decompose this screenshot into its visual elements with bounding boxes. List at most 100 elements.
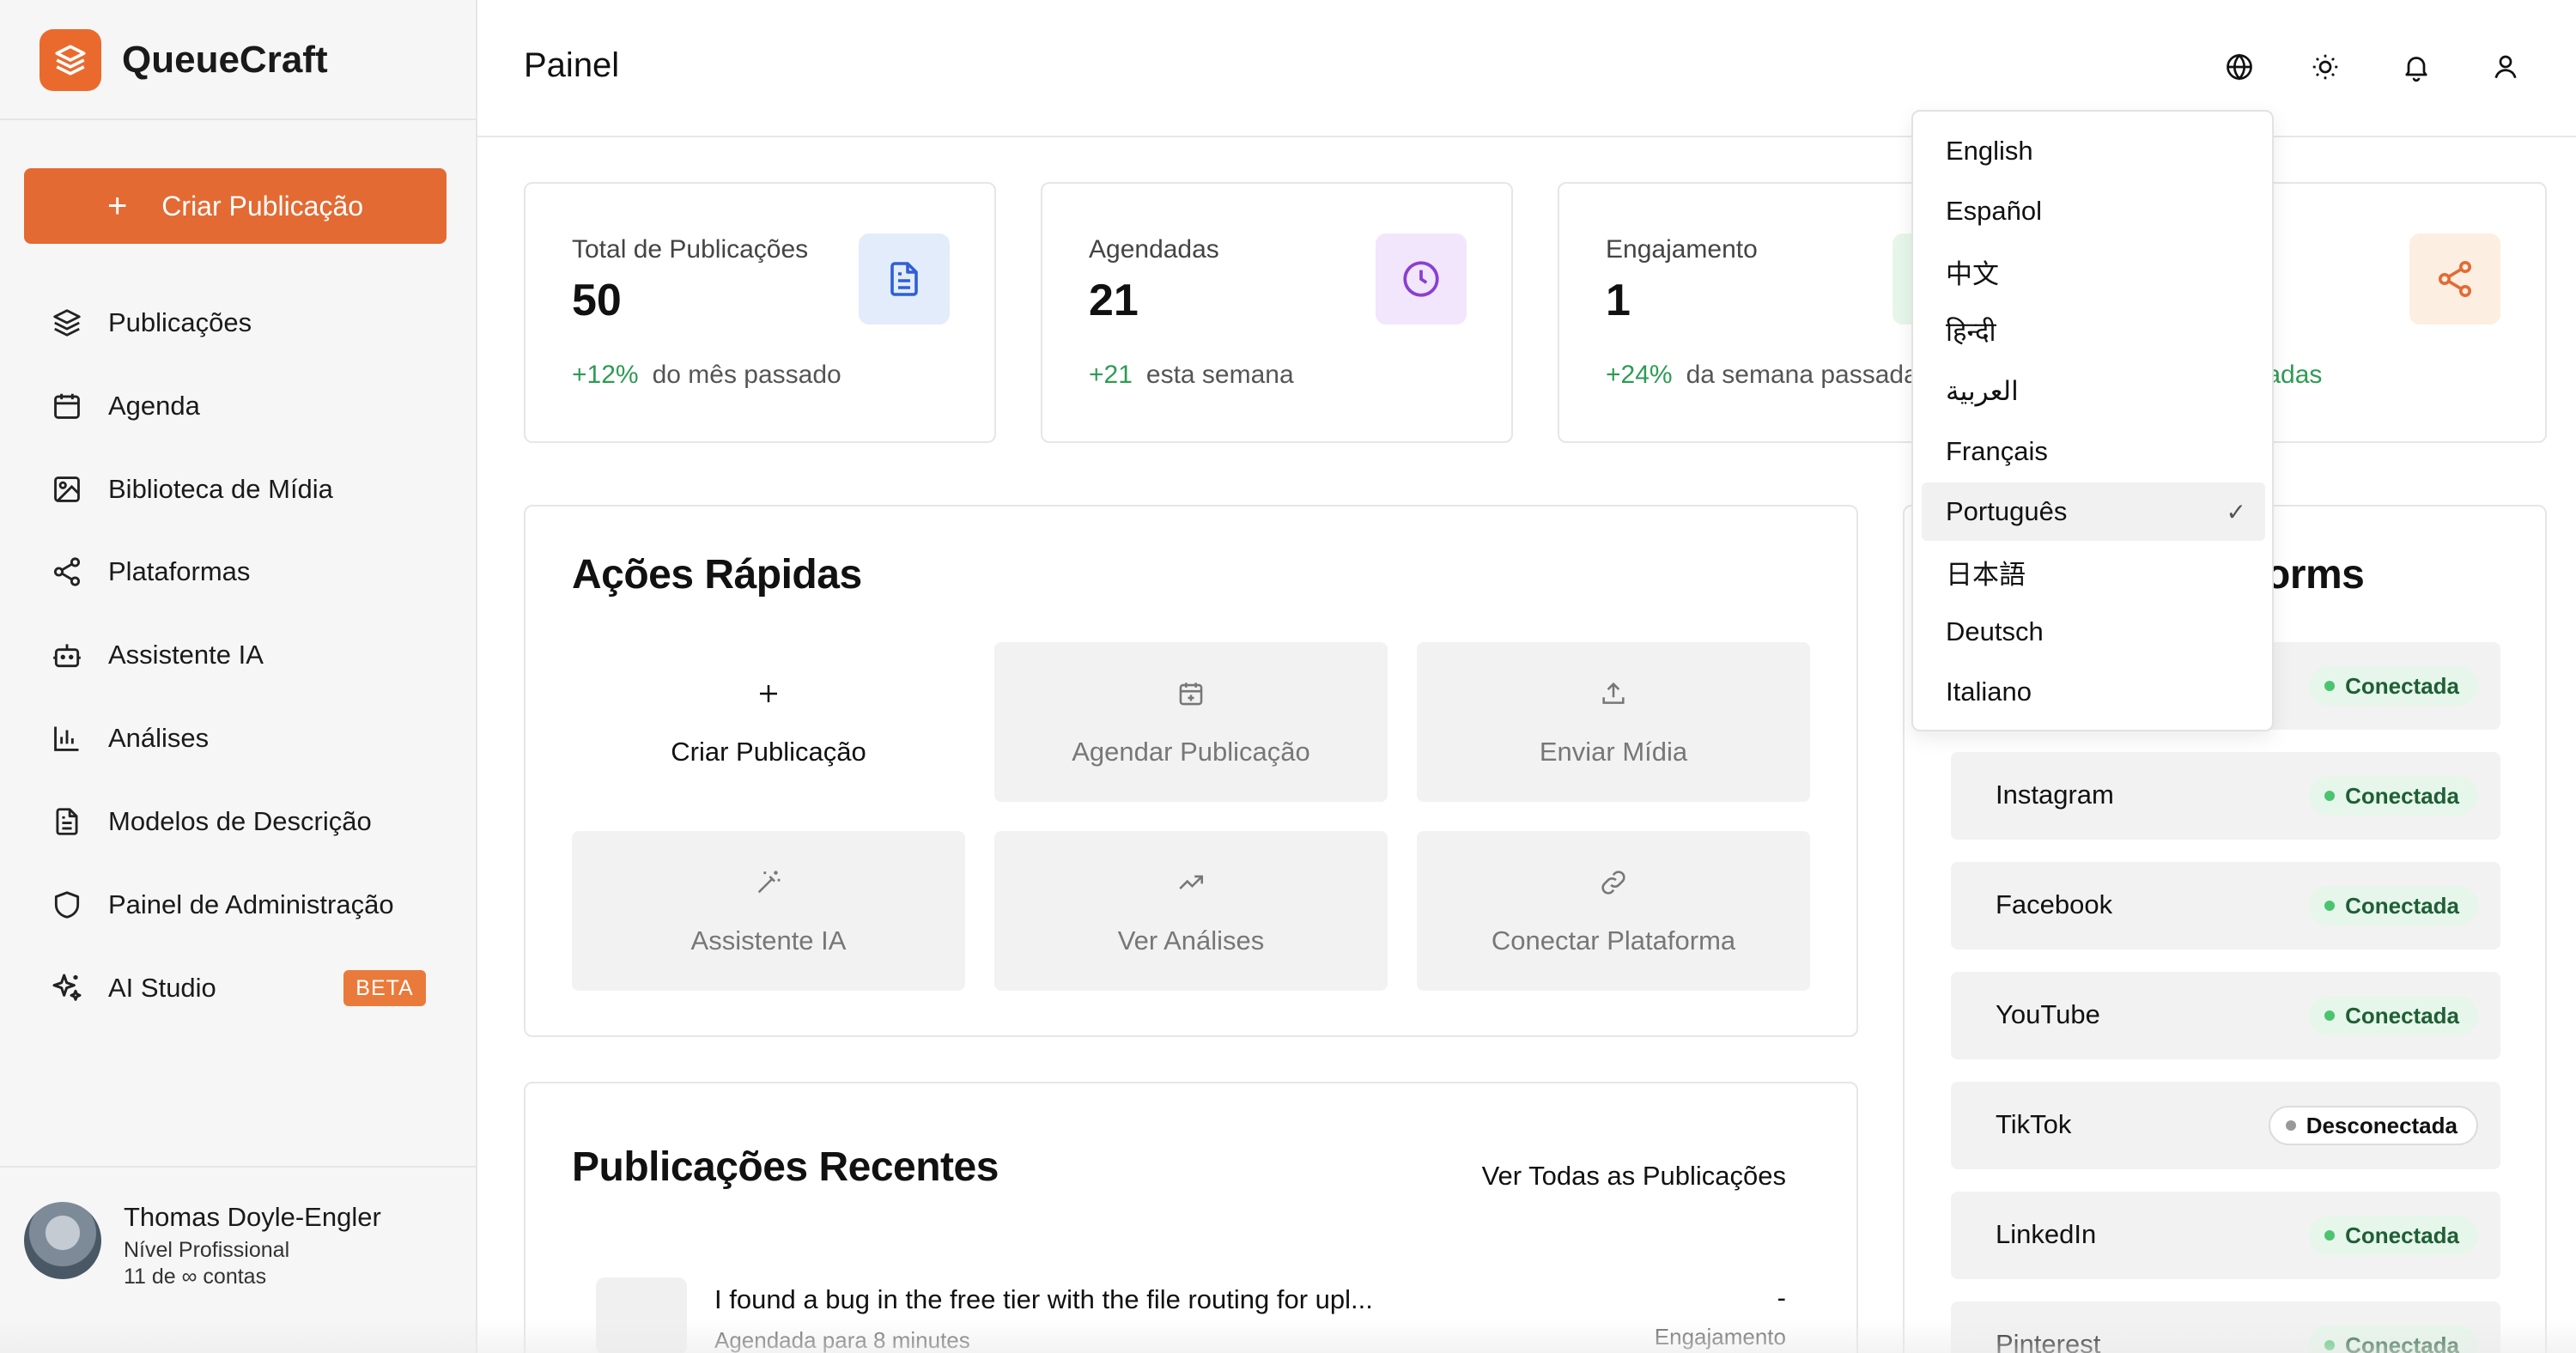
platform-name: YouTube (1996, 999, 2100, 1029)
quick-action-view-analytics[interactable]: Ver Análises (994, 831, 1388, 991)
platform-name: TikTok (1996, 1109, 2072, 1139)
sidebar-item-label: AI Studio (108, 973, 216, 1003)
quick-action-label: Agendar Publicação (1072, 737, 1310, 767)
stat-value: 50 (572, 276, 622, 325)
quick-action-label: Criar Publicação (671, 737, 866, 767)
clock-icon (1376, 234, 1467, 325)
stat-delta: +21 (1089, 361, 1133, 389)
language-option-spanish[interactable]: Español (1922, 182, 2265, 240)
stat-note: da semana passada (1686, 361, 1918, 389)
language-option-italian[interactable]: Italiano (1922, 663, 2265, 721)
post-title[interactable]: I found a bug in the free tier with the … (714, 1284, 1373, 1315)
status-badge: Desconectada (2268, 1106, 2478, 1145)
quick-actions-title: Ações Rápidas (572, 552, 862, 598)
divider (0, 1166, 477, 1168)
language-option-french[interactable]: Français (1922, 422, 2265, 481)
layers-icon (48, 304, 86, 342)
link-icon (1596, 865, 1631, 900)
shield-icon (48, 886, 86, 924)
language-option-arabic[interactable]: العربية (1922, 362, 2265, 421)
language-option-chinese[interactable]: 中文 (1922, 242, 2265, 300)
quick-action-label: Conectar Plataforma (1491, 925, 1736, 956)
platform-name: Pinterest (1996, 1329, 2101, 1353)
quick-action-schedule-post[interactable]: Agendar Publicação (994, 642, 1388, 802)
platform-row-facebook[interactable]: Facebook Conectada (1951, 862, 2500, 950)
sidebar-item-platforms[interactable]: Plataformas (48, 548, 250, 596)
sidebar-item-label: Agenda (108, 391, 200, 421)
create-post-button[interactable]: + Criar Publicação (24, 168, 447, 244)
language-option-japanese[interactable]: 日本語 (1922, 543, 2265, 601)
platform-row-tiktok[interactable]: TikTok Desconectada (1951, 1082, 2500, 1169)
image-icon (48, 470, 86, 508)
quick-action-label: Ver Análises (1117, 925, 1265, 956)
recent-posts-card: Publicações Recentes Ver Todas as Public… (524, 1082, 1858, 1353)
language-option-portuguese[interactable]: Português ✓ (1922, 482, 2265, 541)
sidebar-item-posts[interactable]: Publicações (48, 299, 252, 347)
sidebar-item-label: Publicações (108, 307, 252, 337)
status-badge: Conectada (2309, 1216, 2478, 1255)
sun-icon[interactable] (2306, 48, 2344, 86)
trending-up-icon (1174, 865, 1208, 900)
platforms-title: orms (2265, 552, 2365, 598)
post-engagement-value: - (1777, 1283, 1786, 1313)
quick-action-upload-media[interactable]: Enviar Mídia (1417, 642, 1810, 802)
beta-badge: BETA (343, 970, 426, 1006)
post-thumbnail (596, 1277, 687, 1353)
sidebar-item-media-library[interactable]: Biblioteca de Mídia (48, 465, 333, 513)
stat-card-total-posts: Total de Publicações 50 +12% do mês passa… (524, 182, 996, 443)
quick-action-create-post[interactable]: Criar Publicação (572, 642, 965, 802)
language-option-german[interactable]: Deutsch (1922, 603, 2265, 661)
layers-logo-icon (39, 29, 101, 91)
sparkles-icon (48, 969, 86, 1007)
quick-action-connect-platform[interactable]: Conectar Plataforma (1417, 831, 1810, 991)
page-title: Painel (524, 46, 620, 84)
calendar-icon (48, 387, 86, 425)
platform-row-pinterest[interactable]: Pinterest Conectada (1951, 1301, 2500, 1353)
create-post-label: Criar Publicação (161, 190, 364, 221)
stat-delta: +12% (572, 361, 639, 389)
sidebar-item-calendar[interactable]: Agenda (48, 382, 200, 430)
platform-name: Facebook (1996, 889, 2113, 919)
quick-action-ai-assistant[interactable]: Assistente IA (572, 831, 965, 991)
sidebar-item-label: Painel de Administração (108, 889, 394, 919)
sidebar-item-caption-templates[interactable]: Modelos de Descrição (48, 798, 372, 846)
stat-delta: +24% (1606, 361, 1673, 389)
globe-icon[interactable] (2221, 48, 2258, 86)
stat-note: do mês passado (652, 361, 841, 389)
sidebar-item-analytics[interactable]: Análises (48, 714, 209, 762)
user-tier: Nível Profissional (124, 1238, 290, 1262)
platform-row-youtube[interactable]: YouTube Conectada (1951, 972, 2500, 1059)
sidebar-item-admin-panel[interactable]: Painel de Administração (48, 881, 394, 929)
stat-value: 21 (1089, 276, 1139, 325)
recent-posts-title: Publicações Recentes (572, 1144, 999, 1190)
stat-card-scheduled: Agendadas 21 +21 esta semana (1041, 182, 1513, 443)
user-profile[interactable]: Thomas Doyle-Engler Nível Profissional 1… (24, 1202, 381, 1289)
status-badge: Conectada (2309, 886, 2478, 925)
platform-name: LinkedIn (1996, 1219, 2097, 1249)
sidebar-item-label: Modelos de Descrição (108, 806, 372, 836)
status-badge: Conectada (2309, 996, 2478, 1035)
language-option-hindi[interactable]: हिन्दी (1922, 302, 2265, 361)
user-icon[interactable] (2487, 48, 2524, 86)
brand[interactable]: QueueCraft (39, 29, 328, 91)
language-option-english[interactable]: English (1922, 122, 2265, 180)
sidebar-item-ai-studio[interactable]: AI Studio (48, 964, 216, 1012)
language-menu: English Español 中文 हिन्दी العربية França… (1911, 110, 2274, 731)
magic-wand-icon (751, 865, 786, 900)
avatar (24, 1202, 101, 1279)
view-all-posts-link[interactable]: Ver Todas as Publicações (1482, 1161, 1786, 1192)
user-accounts: 11 de ∞ contas (124, 1265, 267, 1289)
stat-note: esta semana (1145, 361, 1294, 389)
platform-row-instagram[interactable]: Instagram Conectada (1951, 752, 2500, 840)
sidebar-item-label: Análises (108, 723, 210, 753)
bell-icon[interactable] (2397, 48, 2435, 86)
check-icon: ✓ (2226, 499, 2246, 525)
divider (0, 118, 477, 120)
quick-action-label: Enviar Mídia (1539, 737, 1688, 767)
app-name: QueueCraft (122, 39, 328, 81)
platform-row-linkedin[interactable]: LinkedIn Conectada (1951, 1192, 2500, 1279)
sidebar-item-ai-assistant[interactable]: Assistente IA (48, 631, 264, 679)
stat-value: 1 (1606, 276, 1631, 325)
plus-icon: + (106, 186, 128, 225)
platform-name: Instagram (1996, 780, 2114, 810)
